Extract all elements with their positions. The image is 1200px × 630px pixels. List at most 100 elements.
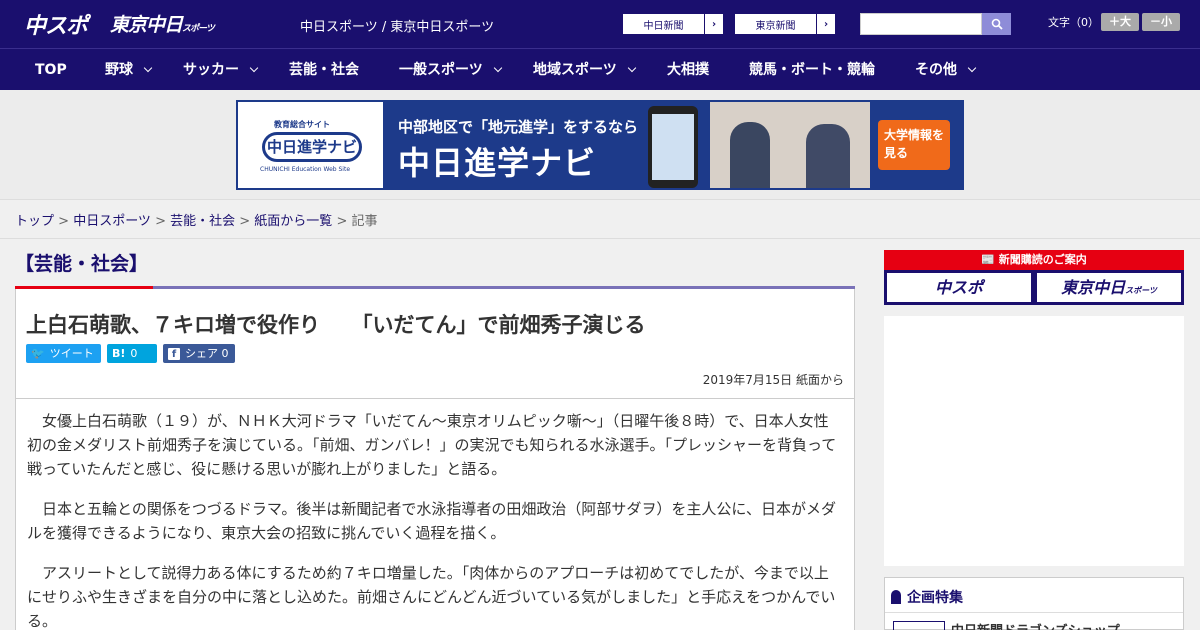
banner-area: 教育総合サイト 中日進学ナビ CHUNICHI Education Web Si… xyxy=(0,90,1200,200)
breadcrumb-current: 記事 xyxy=(351,214,378,229)
article-date: 2019年7月15日 紙面から xyxy=(702,373,844,387)
font-bigger-button[interactable]: ＋大 xyxy=(1101,13,1139,31)
nav-label: サッカー xyxy=(183,62,239,78)
nav-label: 競馬・ボート・競輪 xyxy=(749,62,875,78)
subscription-title-text: 新聞購読のご案内 xyxy=(998,253,1087,266)
nav-item-sumo[interactable]: 大相撲 xyxy=(667,49,709,91)
nav-label: 大相撲 xyxy=(667,62,709,78)
chevron-right-icon: › xyxy=(704,14,723,34)
nav-item-local-sports[interactable]: 地域スポーツ xyxy=(533,49,636,91)
article-column: 【芸能・社会】 上白石萌歌、７キロ増で役作り 「いだてん」で前畑秀子演じる 🐦 ツ… xyxy=(15,239,855,630)
hatena-count: 0 xyxy=(130,347,138,360)
newspaper-icon: 📰 xyxy=(981,253,999,266)
subscribe-tokyo-sub: スポーツ xyxy=(1125,286,1157,295)
chuspo-logo[interactable]: 中スポ xyxy=(24,8,88,40)
breadcrumb-separator: > xyxy=(332,214,352,229)
tokyo-logo-sub: スポーツ xyxy=(182,24,215,34)
main-nav: TOP 野球 サッカー 芸能・社会 一般スポーツ 地域スポーツ 大相撲 競馬・ボ… xyxy=(0,48,1200,90)
search-input[interactable] xyxy=(860,13,982,35)
feature-panel: 企画特集 中日新聞ドラゴンズショップ xyxy=(884,577,1184,630)
feature-thumbnail[interactable] xyxy=(893,621,945,630)
site-name: 中日スポーツ / 東京中日スポーツ xyxy=(300,20,495,35)
nav-label: 野球 xyxy=(105,62,133,78)
tweet-button[interactable]: 🐦 ツイート xyxy=(26,344,101,363)
tokyo-chunichi-logo[interactable]: 東京中日スポーツ xyxy=(110,10,215,37)
article-paragraph: アスリートとして説得力ある体にするため約７キロ増量した。「肉体からのアプローチは… xyxy=(27,564,836,630)
section-title: 【芸能・社会】 xyxy=(15,253,149,275)
tokyo-shimbun-label: 東京新聞 xyxy=(755,20,796,32)
section-header: 【芸能・社会】 xyxy=(15,239,855,289)
font-smaller-button[interactable]: －小 xyxy=(1142,13,1180,31)
nav-label: 地域スポーツ xyxy=(533,62,617,78)
nav-item-general-sports[interactable]: 一般スポーツ xyxy=(399,49,502,91)
twitter-icon: 🐦 xyxy=(31,347,45,360)
font-size-label: 文字（0） xyxy=(1048,16,1099,29)
article-paragraph: 女優上白石萌歌（１９）が、ＮＨＫ大河ドラマ「いだてん～東京オリムピック噺～」（日… xyxy=(27,412,837,478)
breadcrumb-separator: > xyxy=(54,214,74,229)
breadcrumb-top[interactable]: トップ xyxy=(15,214,54,229)
article-body: 女優上白石萌歌（１９）が、ＮＨＫ大河ドラマ「いだてん～東京オリムピック噺～」（日… xyxy=(15,399,855,630)
student-figure xyxy=(806,124,850,188)
phone-screen xyxy=(652,114,694,180)
banner-cta: 大学情報を見る xyxy=(878,120,950,170)
banner-logo-sub: CHUNICHI Education Web Site xyxy=(260,166,351,173)
student-figure xyxy=(730,122,770,188)
chevron-down-icon xyxy=(967,63,977,73)
feature-divider xyxy=(885,612,1183,613)
nav-item-baseball[interactable]: 野球 xyxy=(105,49,153,91)
facebook-share-button[interactable]: f シェア 0 xyxy=(163,344,235,363)
banner-logo: 中日進学ナビ xyxy=(262,132,362,162)
breadcrumb-entertainment[interactable]: 芸能・社会 xyxy=(170,214,235,229)
chevron-right-icon: › xyxy=(816,14,835,34)
facebook-icon: f xyxy=(168,348,180,360)
breadcrumb-separator: > xyxy=(235,214,255,229)
search-icon xyxy=(991,18,1003,30)
banner-title: 中日進学ナビ xyxy=(398,144,597,182)
breadcrumb: トップ > 中日スポーツ > 芸能・社会 > 紙面から一覧 > 記事 xyxy=(15,210,378,229)
breadcrumb-separator: > xyxy=(150,214,171,229)
nav-item-other[interactable]: その他 xyxy=(915,49,977,91)
banner-tagline: 中部地区で「地元進学」をするなら xyxy=(398,118,639,136)
hatena-button[interactable]: B! 0 xyxy=(107,344,157,363)
article-paragraph: 日本と五輪との関係をつづるドラマ。後半は新聞記者で水泳指導者の田畑政治（阿部サダ… xyxy=(27,500,836,542)
chunichi-shimbun-label: 中日新聞 xyxy=(643,20,684,32)
subscribe-tokyo-text: 東京中日 xyxy=(1061,278,1126,297)
nav-item-entertainment[interactable]: 芸能・社会 xyxy=(289,49,359,91)
nav-label: 芸能・社会 xyxy=(289,62,359,78)
article-headline: 上白石萌歌、７キロ増で役作り 「いだてん」で前畑秀子演じる xyxy=(26,313,646,337)
nav-label: 一般スポーツ xyxy=(399,62,483,78)
chevron-down-icon xyxy=(249,63,259,73)
feature-item-link[interactable]: 中日新聞ドラゴンズショップ xyxy=(951,620,1120,630)
search-button[interactable] xyxy=(982,13,1011,35)
subscribe-tokyo-chunichi[interactable]: 東京中日スポーツ xyxy=(1037,273,1181,302)
nav-label: その他 xyxy=(915,62,957,78)
chevron-down-icon xyxy=(493,63,502,73)
feature-title-text: 企画特集 xyxy=(907,590,963,606)
banner-logo-top: 教育総合サイト xyxy=(274,120,330,129)
chunichi-shimbun-link[interactable]: 中日新聞 › xyxy=(622,13,724,35)
subscription-banner[interactable]: 📰 新聞購読のご案内 中スポ 東京中日スポーツ xyxy=(884,250,1184,305)
article-header: 上白石萌歌、７キロ増で役作り 「いだてん」で前畑秀子演じる 🐦 ツイート B! 0 … xyxy=(15,289,855,399)
shingaku-navi-banner[interactable]: 教育総合サイト 中日進学ナビ CHUNICHI Education Web Si… xyxy=(236,100,964,190)
subscribe-chuspo[interactable]: 中スポ xyxy=(887,273,1031,302)
top-header: 中スポ 東京中日スポーツ 中日スポーツ / 東京中日スポーツ 中日新聞 › 東京… xyxy=(0,0,1200,48)
tokyo-shimbun-link[interactable]: 東京新聞 › xyxy=(734,13,836,35)
sidebar-ad-slot xyxy=(884,316,1184,566)
facebook-count: 0 xyxy=(221,347,229,360)
subscription-title: 📰 新聞購読のご案内 xyxy=(884,250,1184,270)
nav-item-soccer[interactable]: サッカー xyxy=(183,49,259,91)
chevron-down-icon xyxy=(627,63,636,73)
ribbon-icon xyxy=(891,590,901,604)
breadcrumb-chunichi-sports[interactable]: 中日スポーツ xyxy=(73,214,151,229)
breadcrumb-paper-list[interactable]: 紙面から一覧 xyxy=(254,214,332,229)
nav-item-racing[interactable]: 競馬・ボート・競輪 xyxy=(749,49,875,91)
students-photo xyxy=(710,102,870,188)
nav-label: TOP xyxy=(35,62,67,78)
banner-logo-panel: 教育総合サイト 中日進学ナビ CHUNICHI Education Web Si… xyxy=(238,102,383,188)
tokyo-logo-text: 東京中日 xyxy=(110,14,183,36)
tweet-label: ツイート xyxy=(49,347,94,360)
chevron-down-icon xyxy=(143,63,153,73)
nav-item-top[interactable]: TOP xyxy=(35,49,67,91)
hatena-icon: B! xyxy=(112,347,126,360)
phone-image xyxy=(648,106,698,188)
